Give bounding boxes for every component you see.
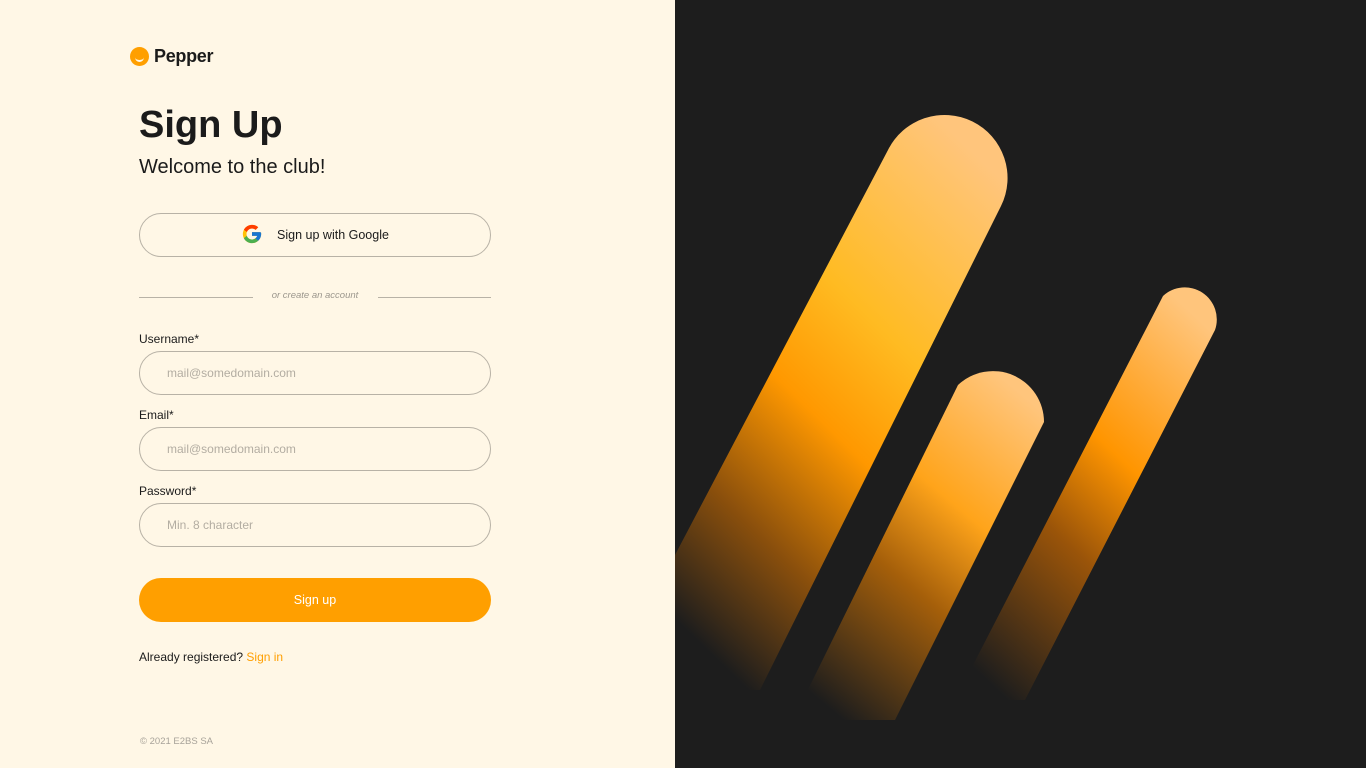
hero-panel [675, 0, 1366, 768]
email-input[interactable] [139, 427, 491, 471]
username-input[interactable] [139, 351, 491, 395]
divider-text: or create an account [271, 290, 359, 301]
page-title: Sign Up [139, 104, 283, 146]
signup-panel: Pepper Sign Up Welcome to the club! Sign… [0, 0, 675, 768]
password-label: Password* [139, 484, 197, 498]
google-signup-label: Sign up with Google [277, 228, 389, 242]
signin-link[interactable]: Sign in [246, 650, 283, 664]
copyright: © 2021 E2BS SA [140, 736, 214, 747]
google-signup-button[interactable]: Sign up with Google [139, 213, 491, 257]
divider-line-right [378, 297, 491, 298]
signin-prompt: Already registered? [139, 650, 244, 664]
signin-row: Already registered? Sign in [139, 650, 283, 664]
username-label: Username* [139, 332, 200, 346]
pepper-logo-icon [130, 47, 149, 66]
signup-button[interactable]: Sign up [139, 578, 491, 622]
hero-illustration [675, 114, 1217, 720]
brand-name: Pepper [154, 46, 214, 66]
page-subtitle: Welcome to the club! [139, 156, 326, 178]
brand-logo[interactable]: Pepper [130, 46, 214, 67]
email-label: Email* [139, 408, 174, 422]
google-icon [241, 223, 263, 248]
divider: or create an account [139, 290, 491, 304]
password-input[interactable] [139, 503, 491, 547]
